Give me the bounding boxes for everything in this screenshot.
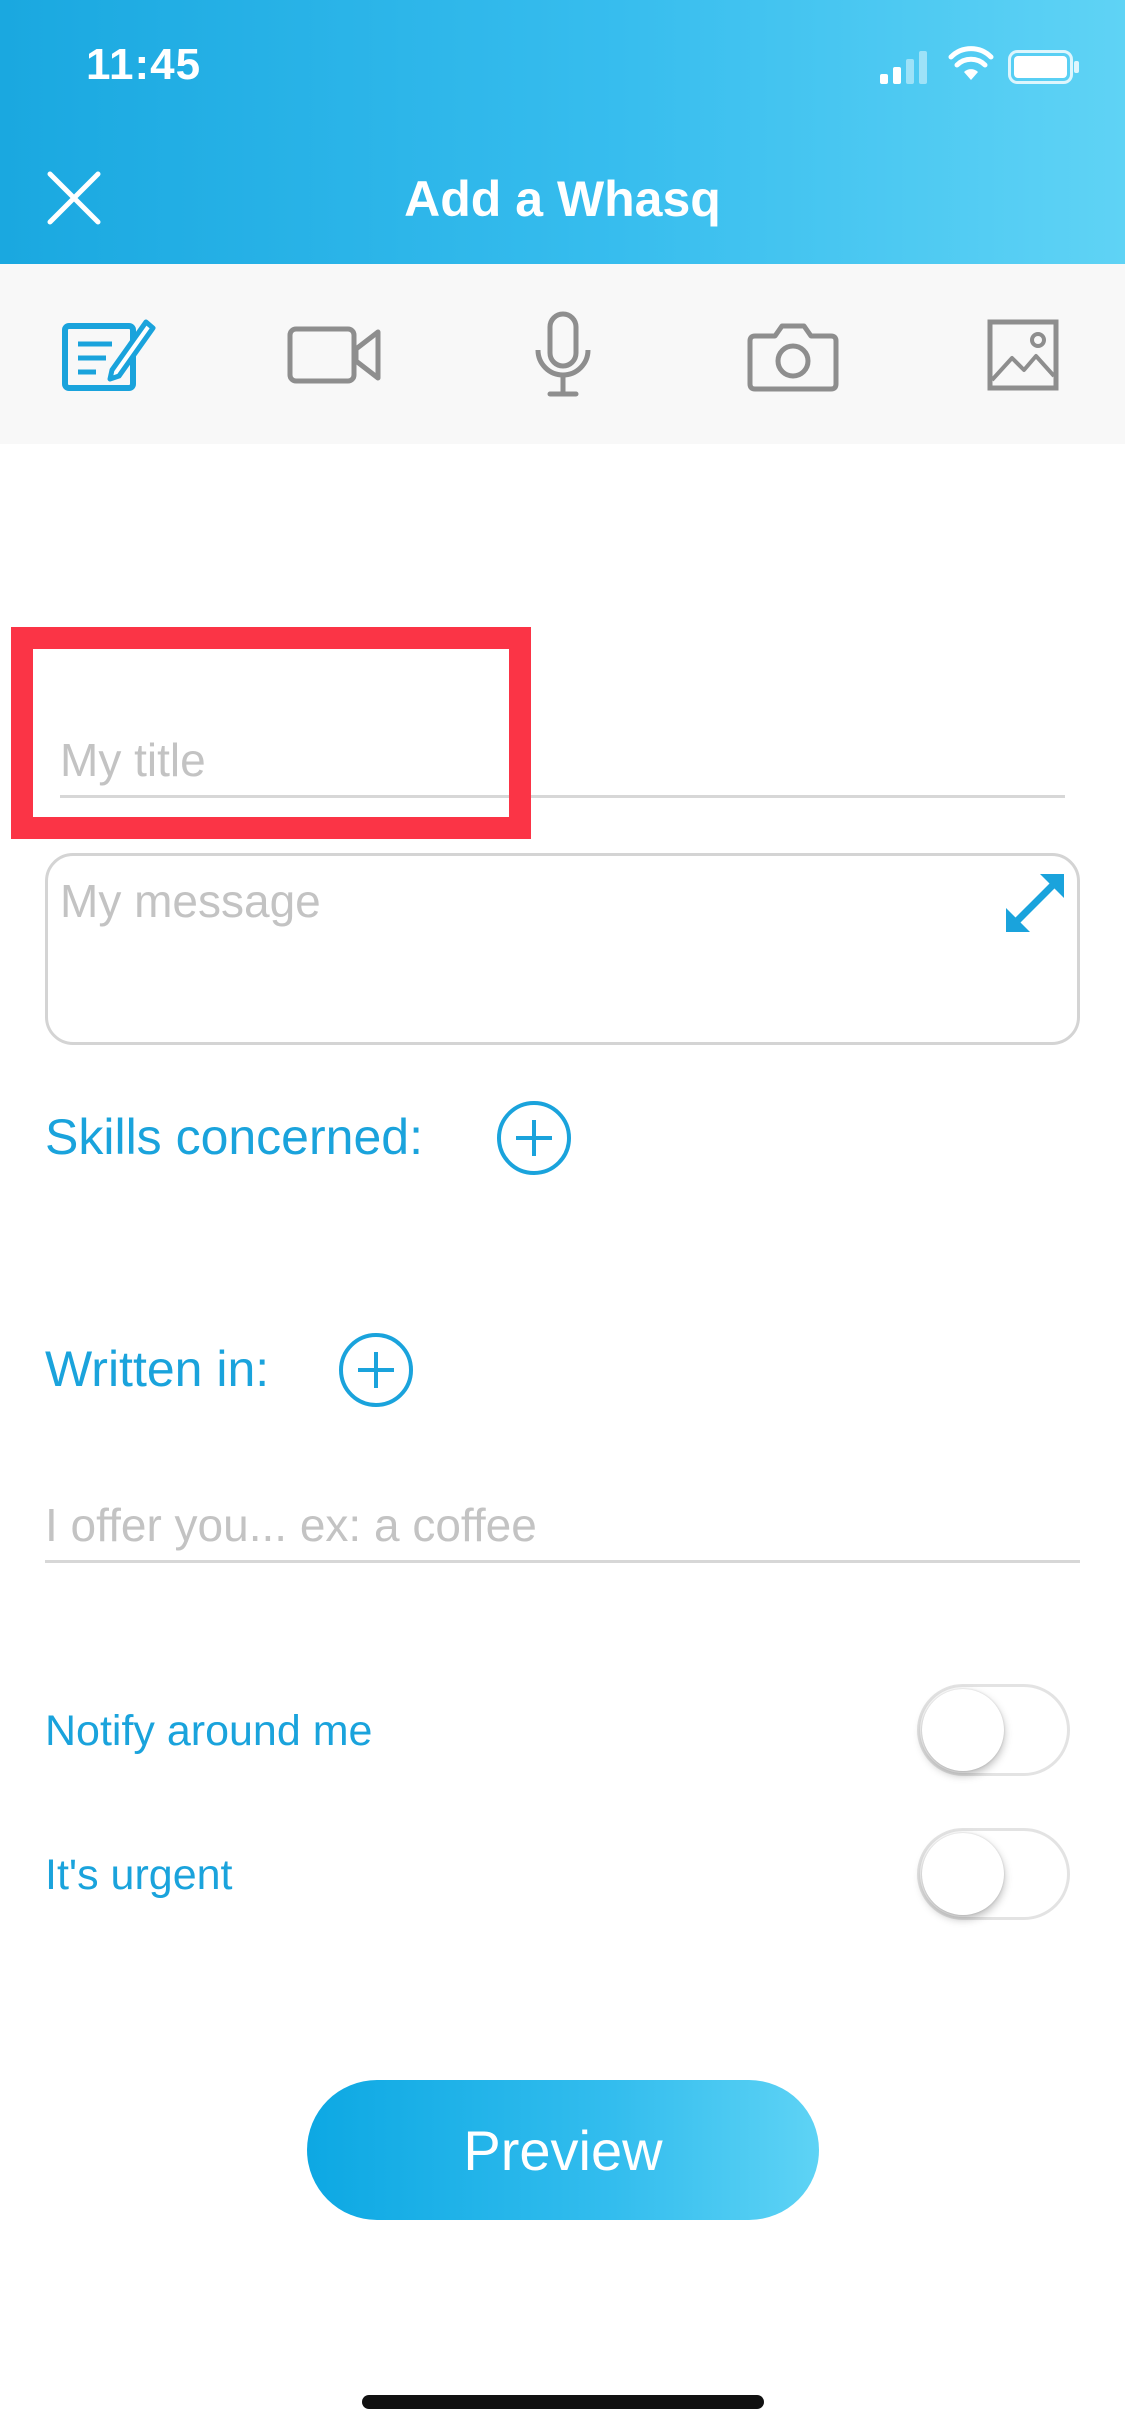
offer-input[interactable] bbox=[45, 1490, 1080, 1563]
cellular-signal-icon bbox=[880, 51, 927, 84]
urgent-toggle[interactable] bbox=[917, 1828, 1070, 1920]
status-time: 11:45 bbox=[86, 40, 202, 89]
highlight-box bbox=[11, 627, 531, 839]
image-icon bbox=[987, 319, 1059, 391]
message-input[interactable] bbox=[60, 874, 980, 1014]
written-in-label: Written in: bbox=[45, 1341, 270, 1397]
edit-text-icon bbox=[62, 319, 156, 391]
notify-toggle[interactable] bbox=[917, 1684, 1070, 1776]
battery-icon bbox=[1008, 50, 1079, 84]
urgent-label: It's urgent bbox=[45, 1851, 233, 1899]
add-skill-button[interactable] bbox=[496, 1100, 572, 1176]
header: 11:45 Add a Whasq bbox=[0, 0, 1125, 264]
video-camera-icon bbox=[287, 326, 381, 384]
toggle-knob bbox=[922, 1689, 1004, 1771]
skills-label: Skills concerned: bbox=[45, 1109, 423, 1165]
tab-gallery[interactable] bbox=[968, 304, 1078, 404]
preview-button[interactable]: Preview bbox=[307, 2080, 819, 2220]
wifi-icon bbox=[948, 46, 994, 80]
tab-photo[interactable] bbox=[738, 304, 848, 404]
toggle-knob bbox=[922, 1833, 1004, 1915]
notify-label: Notify around me bbox=[45, 1707, 373, 1755]
tab-audio[interactable] bbox=[508, 304, 618, 404]
camera-icon bbox=[747, 323, 839, 392]
page-title: Add a Whasq bbox=[404, 171, 721, 227]
home-indicator[interactable] bbox=[362, 2395, 764, 2409]
microphone-icon bbox=[535, 311, 591, 397]
expand-icon[interactable] bbox=[998, 866, 1072, 940]
add-language-button[interactable] bbox=[338, 1332, 414, 1408]
message-box bbox=[45, 853, 1080, 1045]
tab-text[interactable] bbox=[50, 304, 160, 404]
tab-video[interactable] bbox=[280, 304, 390, 404]
media-toolbar bbox=[0, 264, 1125, 444]
